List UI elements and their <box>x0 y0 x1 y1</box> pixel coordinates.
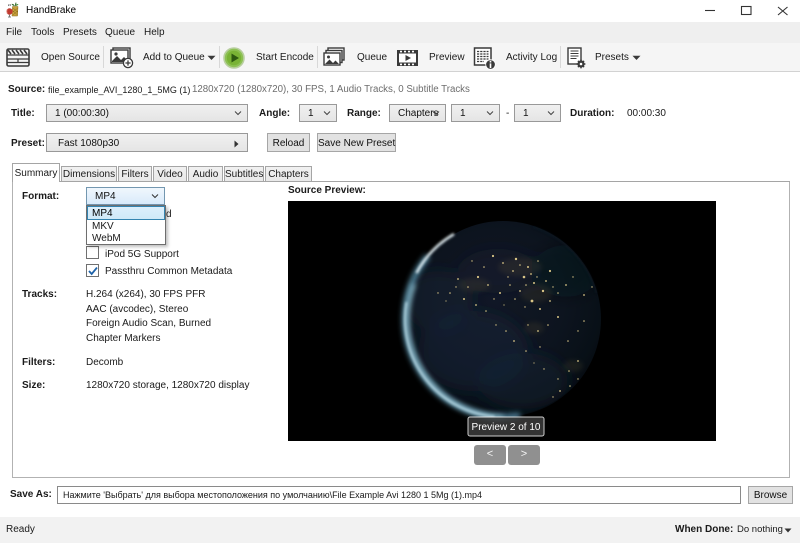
svg-text:Preview 2 of 10: Preview 2 of 10 <box>472 422 541 433</box>
